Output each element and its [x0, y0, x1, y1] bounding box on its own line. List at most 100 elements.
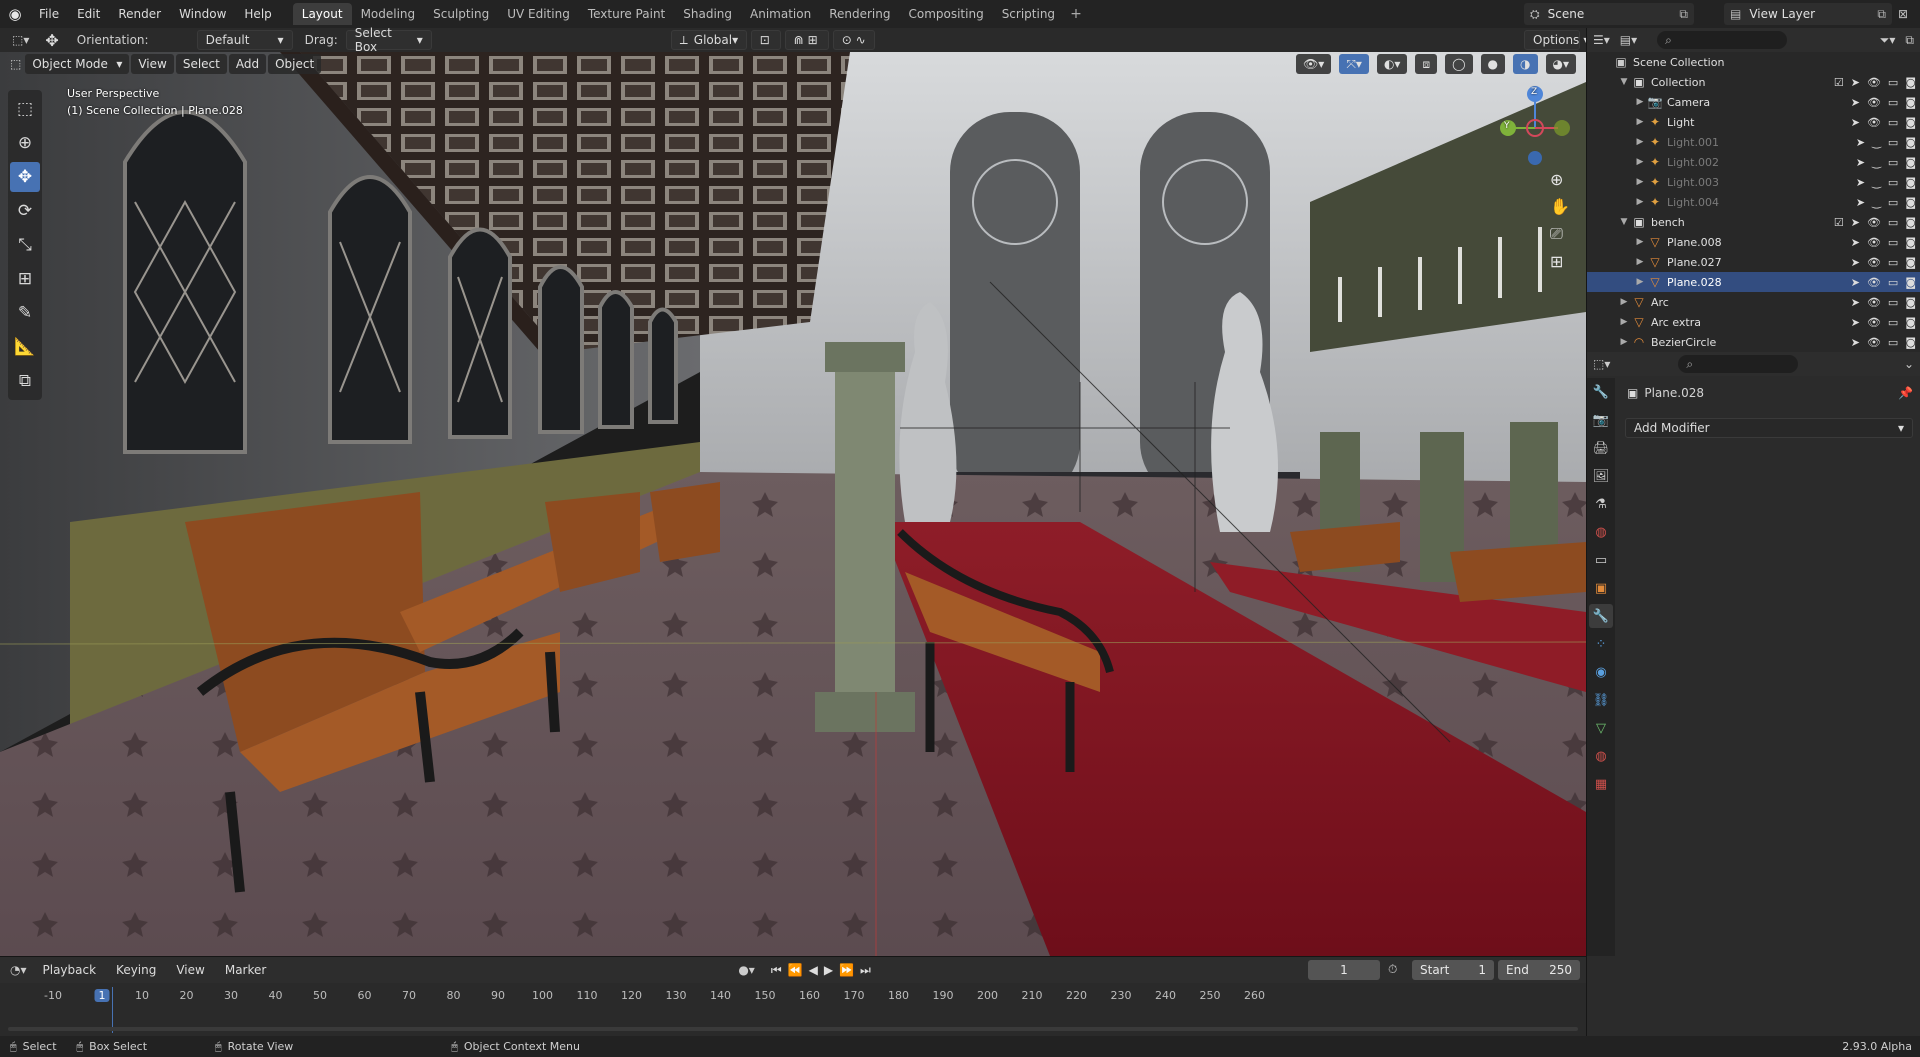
- scene-tab-icon[interactable]: ⚗: [1589, 492, 1613, 516]
- rendered-shading-icon[interactable]: ◕▾: [1545, 54, 1576, 74]
- editor-type-icon[interactable]: ⬚▾: [12, 33, 29, 47]
- select-arrow-icon[interactable]: ➤: [1851, 256, 1860, 269]
- monitor-icon[interactable]: ▭: [1888, 256, 1898, 269]
- end-frame-field[interactable]: End 250: [1498, 960, 1580, 980]
- monitor-icon[interactable]: ▭: [1888, 76, 1898, 89]
- filter-icon[interactable]: ⏷▾: [1880, 33, 1896, 48]
- camera-render-icon[interactable]: ◙: [1905, 116, 1916, 129]
- tool-tab-icon[interactable]: 🔧: [1589, 380, 1613, 404]
- eye-icon[interactable]: 👁: [1867, 296, 1881, 309]
- expand-arrow-icon[interactable]: ▶: [1633, 97, 1647, 107]
- tab-compositing[interactable]: Compositing: [899, 3, 992, 25]
- monitor-icon[interactable]: ▭: [1888, 216, 1898, 229]
- object-tab-icon[interactable]: ▣: [1589, 576, 1613, 600]
- next-keyframe-icon[interactable]: ⏩: [839, 963, 854, 978]
- camera-render-icon[interactable]: ◙: [1905, 156, 1916, 169]
- prev-keyframe-icon[interactable]: ⏪: [788, 963, 803, 978]
- checkbox-icon[interactable]: ☑: [1834, 76, 1844, 89]
- eye-icon[interactable]: 👁: [1867, 96, 1881, 109]
- cursor-tool-icon[interactable]: ⊕: [10, 128, 40, 158]
- rotate-tool-icon[interactable]: ⟳: [10, 196, 40, 226]
- drag-dropdown[interactable]: Select Box ▾: [345, 26, 432, 54]
- editor-type-icon[interactable]: ☰▾: [1593, 33, 1610, 47]
- select-arrow-icon[interactable]: ➤: [1856, 196, 1865, 209]
- properties-search-input[interactable]: ⌕: [1678, 355, 1799, 373]
- monitor-icon[interactable]: ▭: [1888, 136, 1898, 149]
- world-tab-icon[interactable]: ◍: [1589, 520, 1613, 544]
- menu-file[interactable]: File: [30, 7, 68, 21]
- outliner-row[interactable]: ▶ ✦ Light ➤ 👁 ▭ ◙: [1587, 112, 1920, 132]
- eye-icon[interactable]: 👁: [1867, 336, 1881, 349]
- constraints-tab-icon[interactable]: ⛓: [1589, 688, 1613, 712]
- select-arrow-icon[interactable]: ➤: [1851, 276, 1860, 289]
- select-arrow-icon[interactable]: ➤: [1851, 216, 1860, 229]
- scene-selector[interactable]: ⛭ Scene ⧉: [1524, 3, 1694, 25]
- monitor-icon[interactable]: ▭: [1888, 196, 1898, 209]
- eye-icon[interactable]: 👁: [1867, 216, 1881, 229]
- expand-arrow-icon[interactable]: ▶: [1633, 237, 1647, 247]
- eye-icon[interactable]: ‿: [1872, 176, 1881, 189]
- tab-rendering[interactable]: Rendering: [820, 3, 899, 25]
- expand-arrow-icon[interactable]: ▶: [1633, 277, 1647, 287]
- outliner-row[interactable]: ▼ ▣ bench ☑ ➤ 👁 ▭ ◙: [1587, 212, 1920, 232]
- gizmo-toggle-icon[interactable]: ⤧▾: [1339, 54, 1369, 74]
- camera-render-icon[interactable]: ◙: [1905, 296, 1916, 309]
- checkbox-icon[interactable]: ☑: [1834, 216, 1844, 229]
- pin-icon[interactable]: 📌: [1898, 386, 1913, 400]
- outliner-row[interactable]: ▶ ▽ Arc ➤ 👁 ▭ ◙: [1587, 292, 1920, 312]
- data-tab-icon[interactable]: ▽: [1589, 716, 1613, 740]
- outliner-row[interactable]: ▶ ▽ Plane.008 ➤ 👁 ▭ ◙: [1587, 232, 1920, 252]
- timeline-menu-view[interactable]: View: [168, 960, 212, 980]
- eye-icon[interactable]: ‿: [1872, 156, 1881, 169]
- viewport-menu-view[interactable]: View: [131, 54, 174, 74]
- texture-tab-icon[interactable]: ▦: [1589, 772, 1613, 796]
- viewport-menu-select[interactable]: Select: [175, 54, 227, 74]
- monitor-icon[interactable]: ▭: [1888, 336, 1898, 349]
- camera-render-icon[interactable]: ◙: [1905, 256, 1916, 269]
- select-arrow-icon[interactable]: ➤: [1851, 76, 1860, 89]
- monitor-icon[interactable]: ▭: [1888, 96, 1898, 109]
- snap-toggle[interactable]: ⋒ ⊞: [784, 30, 829, 50]
- expand-arrow-icon[interactable]: ▶: [1633, 157, 1647, 167]
- material-shading-icon[interactable]: ◑: [1513, 54, 1538, 74]
- select-arrow-icon[interactable]: ➤: [1851, 316, 1860, 329]
- expand-arrow-icon[interactable]: ▼: [1617, 77, 1631, 87]
- select-box-tool-icon[interactable]: ⬚: [10, 94, 40, 124]
- 3d-viewport[interactable]: [0, 52, 1586, 956]
- monitor-icon[interactable]: ▭: [1888, 316, 1898, 329]
- modifier-tab-icon[interactable]: 🔧: [1589, 604, 1613, 628]
- outliner-search-input[interactable]: ⌕: [1657, 31, 1788, 49]
- select-arrow-icon[interactable]: ➤: [1851, 296, 1860, 309]
- camera-render-icon[interactable]: ◙: [1905, 316, 1916, 329]
- mode-dropdown[interactable]: Object Mode ▾: [25, 54, 130, 74]
- outliner-row[interactable]: ▶ ✦ Light.001 ➤ ‿ ▭ ◙: [1587, 132, 1920, 152]
- scale-tool-icon[interactable]: ⤡: [10, 230, 40, 260]
- timeline-menu-keying[interactable]: Keying: [108, 960, 164, 980]
- eye-icon[interactable]: ‿: [1872, 136, 1881, 149]
- view-layer-tab-icon[interactable]: 🖼: [1589, 464, 1613, 488]
- particles-tab-icon[interactable]: ⁘: [1589, 632, 1613, 656]
- move-tool-icon[interactable]: ✥: [10, 162, 40, 192]
- proportional-edit-toggle[interactable]: ⊙ ∿: [832, 30, 875, 50]
- tab-sculpting[interactable]: Sculpting: [424, 3, 498, 25]
- camera-render-icon[interactable]: ◙: [1905, 216, 1916, 229]
- outliner-row[interactable]: ▶ 📷 Camera ➤ 👁 ▭ ◙: [1587, 92, 1920, 112]
- outliner-row[interactable]: ▼ ▣ Collection ☑ ➤ 👁 ▭ ◙: [1587, 72, 1920, 92]
- expand-arrow-icon[interactable]: ▶: [1633, 257, 1647, 267]
- outliner-row[interactable]: ▶ ✦ Light.004 ➤ ‿ ▭ ◙: [1587, 192, 1920, 212]
- monitor-icon[interactable]: ▭: [1888, 176, 1898, 189]
- visibility-icon[interactable]: 👁▾: [1296, 54, 1332, 74]
- expand-arrow-icon[interactable]: ▶: [1633, 197, 1647, 207]
- monitor-icon[interactable]: ▭: [1888, 236, 1898, 249]
- current-frame-field[interactable]: 1: [1308, 960, 1380, 980]
- collection-tab-icon[interactable]: ▭: [1589, 548, 1613, 572]
- expand-arrow-icon[interactable]: ▶: [1633, 117, 1647, 127]
- render-tab-icon[interactable]: 📷: [1589, 408, 1613, 432]
- camera-render-icon[interactable]: ◙: [1905, 236, 1916, 249]
- timeline-scrollbar[interactable]: [8, 1027, 1578, 1031]
- chevron-down-icon[interactable]: ⌄: [1904, 357, 1914, 371]
- eye-icon[interactable]: 👁: [1867, 316, 1881, 329]
- monitor-icon[interactable]: ▭: [1888, 276, 1898, 289]
- new-collection-icon[interactable]: ⧉: [1905, 33, 1914, 48]
- expand-arrow-icon[interactable]: ▶: [1617, 317, 1631, 327]
